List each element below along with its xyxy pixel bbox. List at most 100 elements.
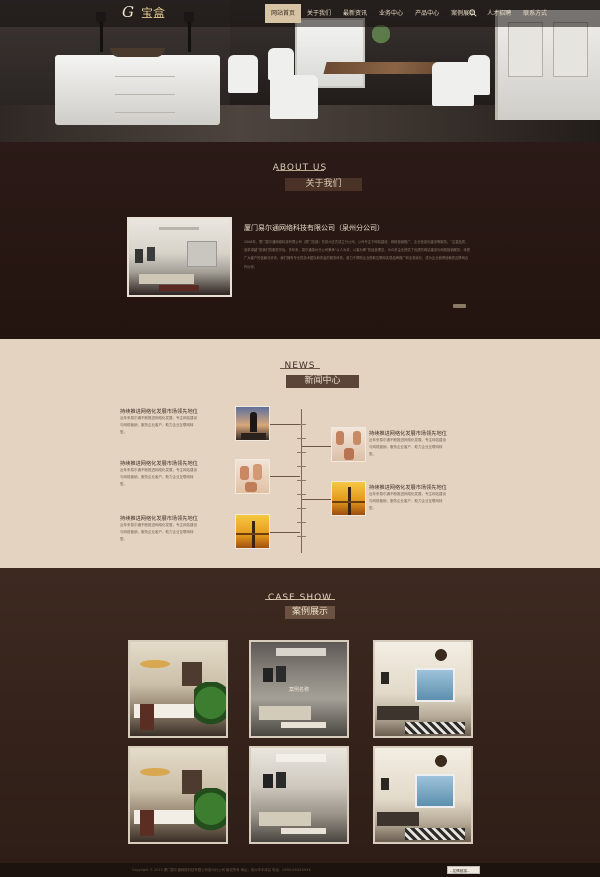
friend-links-select[interactable]: --友情链接--: [447, 866, 480, 874]
case-window: [415, 774, 455, 808]
case-sofa: [259, 812, 311, 826]
news-section: NEWS 新闻中心 持续推进网络化发展市场领先地位 近年来易尔通不断推进网络化发…: [0, 339, 600, 568]
case-chandelier: [140, 660, 170, 668]
nav-item-contact[interactable]: 联系方式: [517, 4, 553, 23]
nav-item-business[interactable]: 业务中心: [373, 4, 409, 23]
case-artwork: [263, 774, 273, 788]
news-connector: [302, 446, 332, 447]
nav-item-jobs[interactable]: 人才招聘: [481, 4, 517, 23]
timeline-tick: [297, 480, 306, 481]
hero-chair: [468, 55, 490, 95]
case-title-en: CASE SHOW: [267, 593, 333, 603]
case-ceiling: [276, 754, 326, 762]
cabinet-pane: [553, 22, 588, 77]
news-item-title[interactable]: 持续推进网络化发展市场领先地位: [120, 515, 198, 522]
news-connector: [270, 476, 300, 477]
case-plant: [194, 682, 226, 734]
about-title-en: ABOUT US: [272, 163, 328, 173]
hero-chair: [270, 75, 318, 119]
case-artwork: [381, 778, 389, 790]
case-chandelier: [140, 768, 170, 776]
logo-mark: 宝盒: [141, 6, 166, 20]
about-title-cn: 关于我们: [285, 178, 362, 191]
case-item[interactable]: 案例名称: [249, 640, 349, 738]
news-item-body: 近年来易尔通不断推进网络化发展，专注网站建设与网络营销，服务企业客户，助力企业互…: [120, 416, 197, 434]
photo-ceiling: [159, 227, 199, 230]
news-item-title[interactable]: 持续推进网络化发展市场领先地位: [120, 460, 198, 467]
case-item[interactable]: [249, 746, 349, 844]
thumb-figure: [250, 412, 257, 432]
about-photo: [127, 217, 232, 297]
news-thumb[interactable]: [331, 427, 366, 462]
case-item[interactable]: [373, 746, 473, 844]
case-item[interactable]: [373, 640, 473, 738]
timeline-tick: [297, 508, 306, 509]
photo-sofa: [139, 274, 194, 284]
case-item[interactable]: [128, 746, 228, 844]
site-logo[interactable]: G 宝盒: [122, 3, 170, 25]
case-section: CASE SHOW 案例展示 案例名称: [0, 568, 600, 863]
case-artwork: [276, 772, 286, 788]
news-item-title[interactable]: 持续推进网络化发展市场领先地位: [120, 408, 198, 415]
timeline-tick: [297, 522, 306, 523]
timeline-tick: [297, 438, 306, 439]
news-timeline: [301, 409, 302, 553]
news-item-body: 近年来易尔通不断推进网络化发展，专注网站建设与网络营销，服务企业客户，助力企业互…: [369, 438, 446, 456]
cabinet-pane: [508, 22, 543, 77]
thumb-rock: [241, 433, 266, 440]
news-item-title[interactable]: 持续推进网络化发展市场领先地位: [369, 430, 447, 437]
news-item-title[interactable]: 持续推进网络化发展市场领先地位: [369, 484, 447, 491]
hero-plant: [372, 25, 390, 55]
news-item-body: 近年来易尔通不断推进网络化发展，专注网站建设与网络营销，服务企业客户，助力企业互…: [369, 492, 446, 510]
case-item[interactable]: [128, 640, 228, 738]
photo-frame: [147, 247, 155, 261]
case-artwork: [381, 672, 389, 684]
nav-menu: 网站首页 关于我们 最新资讯 业务中心 产品中心 案例展示 人才招聘 联系方式: [265, 4, 553, 23]
nav-item-news[interactable]: 最新资讯: [337, 4, 373, 23]
sideboard-drawer: [115, 65, 175, 77]
case-artwork: [263, 668, 273, 682]
case-hover-label: 案例名称: [288, 687, 309, 693]
case-table: [281, 722, 326, 728]
thumb-glass: [245, 482, 257, 492]
thumb-glass: [344, 448, 354, 460]
timeline-tick: [297, 494, 306, 495]
news-connector: [270, 532, 300, 533]
hero-bowl: [110, 48, 165, 57]
nav-item-home[interactable]: 网站首页: [265, 4, 302, 23]
news-thumb[interactable]: [331, 481, 366, 516]
sideboard-drawer: [115, 83, 175, 95]
thumb-glass: [240, 466, 249, 480]
case-plant: [194, 788, 226, 840]
case-sofa: [377, 812, 419, 826]
news-thumb[interactable]: [235, 406, 270, 441]
photo-window: [187, 241, 217, 267]
case-chair: [140, 704, 154, 730]
thumb-bridge: [332, 501, 365, 503]
about-section: ABOUT US 关于我们 厦门易尔通网络科技有限公司（泉州分公司） 2006年…: [0, 142, 600, 339]
about-more-button[interactable]: [453, 304, 466, 308]
nav-item-about[interactable]: 关于我们: [301, 4, 337, 23]
news-connector: [302, 499, 332, 500]
news-title-cn: 新闻中心: [286, 375, 359, 388]
thumb-glass: [253, 464, 262, 480]
case-rug: [405, 722, 465, 734]
thumb-tower: [252, 521, 255, 548]
case-artwork: [276, 666, 286, 682]
footer-copyright: Copyright © 2015 厦门易尔通网络科技有限公司泉州分公司 版权所有…: [132, 868, 311, 872]
search-icon[interactable]: [469, 9, 477, 17]
case-table: [281, 828, 326, 834]
about-description: 2006年，厦门易尔通网络科技有限公司（厦门总部）在泉州正式成立分公司。公司专注…: [244, 240, 471, 269]
sideboard-drawer: [115, 101, 175, 113]
nav-item-products[interactable]: 产品中心: [409, 4, 445, 23]
case-sofa: [259, 706, 311, 720]
case-window: [415, 668, 455, 702]
news-thumb[interactable]: [235, 459, 270, 494]
logo-letter: G: [122, 3, 134, 21]
case-title-cn: 案例展示: [285, 606, 335, 619]
news-thumb[interactable]: [235, 514, 270, 549]
about-company-name: 厦门易尔通网络科技有限公司（泉州分公司）: [244, 224, 384, 232]
photo-table: [159, 285, 199, 291]
case-sofa: [377, 706, 419, 720]
news-title-en: NEWS: [284, 361, 316, 371]
